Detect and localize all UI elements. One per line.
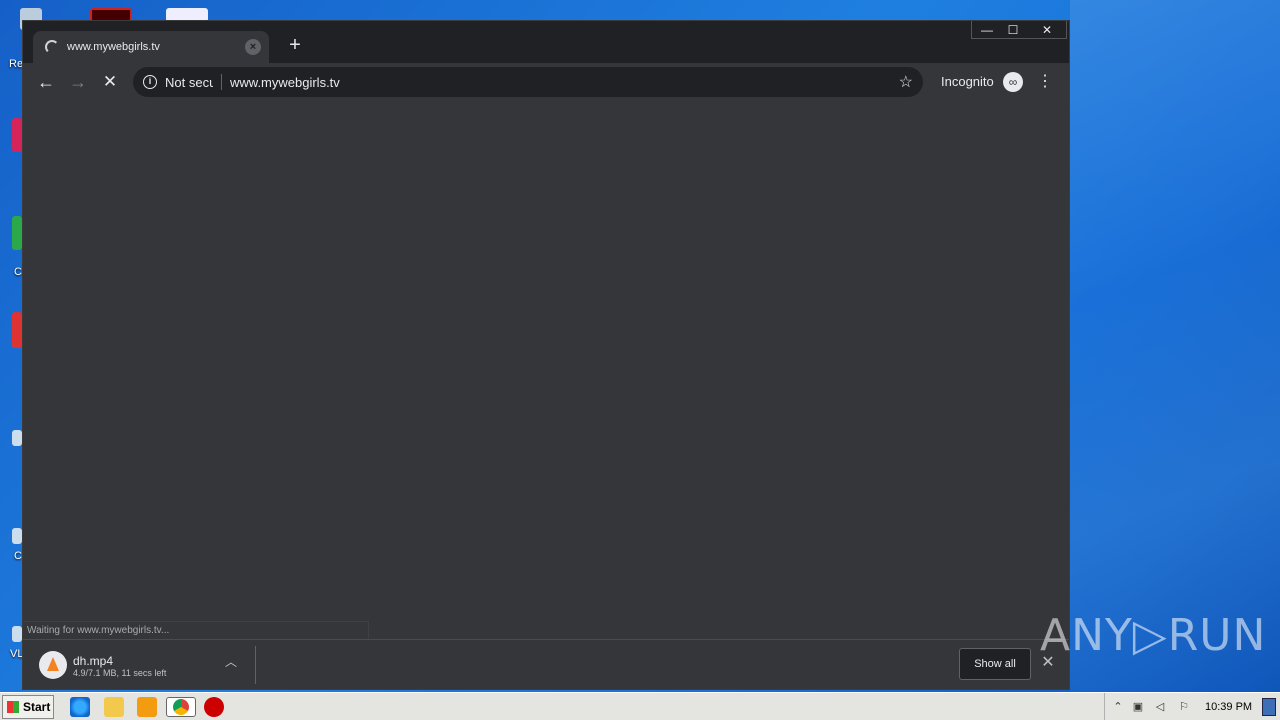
minimize-button[interactable]: —: [973, 21, 1001, 39]
url-text[interactable]: www.mywebgirls.tv: [230, 75, 899, 90]
divider: [255, 646, 256, 684]
tab-active[interactable]: www.mywebgirls.tv ×: [33, 31, 269, 63]
download-status: 4.9/7.1 MB, 11 secs left: [73, 668, 167, 678]
desktop-icon-label: C: [14, 266, 22, 278]
clock[interactable]: 10:39 PM: [1205, 701, 1252, 713]
download-item[interactable]: dh.mp4 4.9/7.1 MB, 11 secs left ︿: [23, 640, 255, 690]
address-bar[interactable]: i Not secure www.mywebgirls.tv ☆: [133, 67, 923, 97]
desktop-wallpaper: [1070, 0, 1280, 692]
internet-explorer-icon[interactable]: [70, 697, 90, 717]
file-explorer-icon[interactable]: [104, 697, 124, 717]
app-icon[interactable]: [12, 430, 22, 446]
security-indicator[interactable]: Not secure: [165, 75, 213, 90]
vlc-file-icon: [39, 651, 67, 679]
chrome-icon[interactable]: [166, 697, 196, 717]
show-desktop-button[interactable]: [1262, 698, 1276, 716]
chevron-up-icon[interactable]: ︿: [223, 654, 239, 670]
desktop-icon-label: Re: [9, 58, 24, 70]
network-icon[interactable]: ▣: [1131, 700, 1145, 714]
start-label: Start: [23, 700, 51, 714]
browser-toolbar: ← → ✕ i Not secure www.mywebgirls.tv ☆ I…: [23, 63, 1069, 101]
new-tab-button[interactable]: +: [285, 35, 305, 55]
app-icon[interactable]: [12, 626, 22, 642]
incognito-icon[interactable]: ∞: [1003, 72, 1023, 92]
menu-kebab-icon[interactable]: ⋮: [1035, 72, 1055, 92]
chevron-up-icon[interactable]: ⌃: [1111, 700, 1125, 714]
app-icon[interactable]: [12, 312, 22, 348]
desktop-icon-label: C: [14, 550, 22, 562]
back-button[interactable]: ←: [35, 71, 57, 93]
tab-close-icon[interactable]: ×: [245, 39, 261, 55]
forward-button[interactable]: →: [67, 71, 89, 93]
tab-title: www.mywebgirls.tv: [67, 41, 160, 53]
start-button[interactable]: Start: [2, 695, 54, 719]
omnibox-divider: [221, 74, 222, 90]
app-icon[interactable]: [12, 118, 22, 152]
incognito-label: Incognito: [941, 74, 994, 89]
show-all-button[interactable]: Show all: [959, 648, 1031, 680]
status-bubble: Waiting for www.mywebgirls.tv...: [23, 621, 369, 639]
anyrun-watermark: ANY▷RUN: [1040, 610, 1267, 661]
loading-spinner-icon: [45, 40, 59, 54]
bookmark-star-icon[interactable]: ☆: [899, 72, 913, 92]
title-bar[interactable]: www.mywebgirls.tv × + — ☐ ✕: [23, 21, 1069, 63]
download-shelf: dh.mp4 4.9/7.1 MB, 11 secs left ︿ Show a…: [23, 639, 1069, 689]
media-player-icon[interactable]: [137, 697, 157, 717]
system-tray: ⌃ ▣ ◁ ⚐ 10:39 PM: [1104, 693, 1280, 720]
action-center-flag-icon[interactable]: ⚐: [1177, 700, 1191, 714]
volume-icon[interactable]: ◁: [1153, 700, 1167, 714]
close-window-button[interactable]: ✕: [1027, 21, 1067, 39]
browser-window: www.mywebgirls.tv × + — ☐ ✕ ← → ✕ i Not …: [22, 20, 1070, 690]
opera-icon[interactable]: [204, 697, 224, 717]
page-content[interactable]: [23, 101, 1069, 639]
app-icon[interactable]: [12, 216, 22, 250]
info-icon[interactable]: i: [143, 75, 157, 89]
app-icon[interactable]: [12, 528, 22, 544]
download-filename: dh.mp4: [73, 654, 114, 668]
windows-logo-icon: [7, 701, 19, 713]
taskbar: Start ⌃ ▣ ◁ ⚐ 10:39 PM: [0, 692, 1280, 720]
maximize-button[interactable]: ☐: [999, 21, 1027, 39]
stop-loading-button[interactable]: ✕: [99, 71, 121, 93]
